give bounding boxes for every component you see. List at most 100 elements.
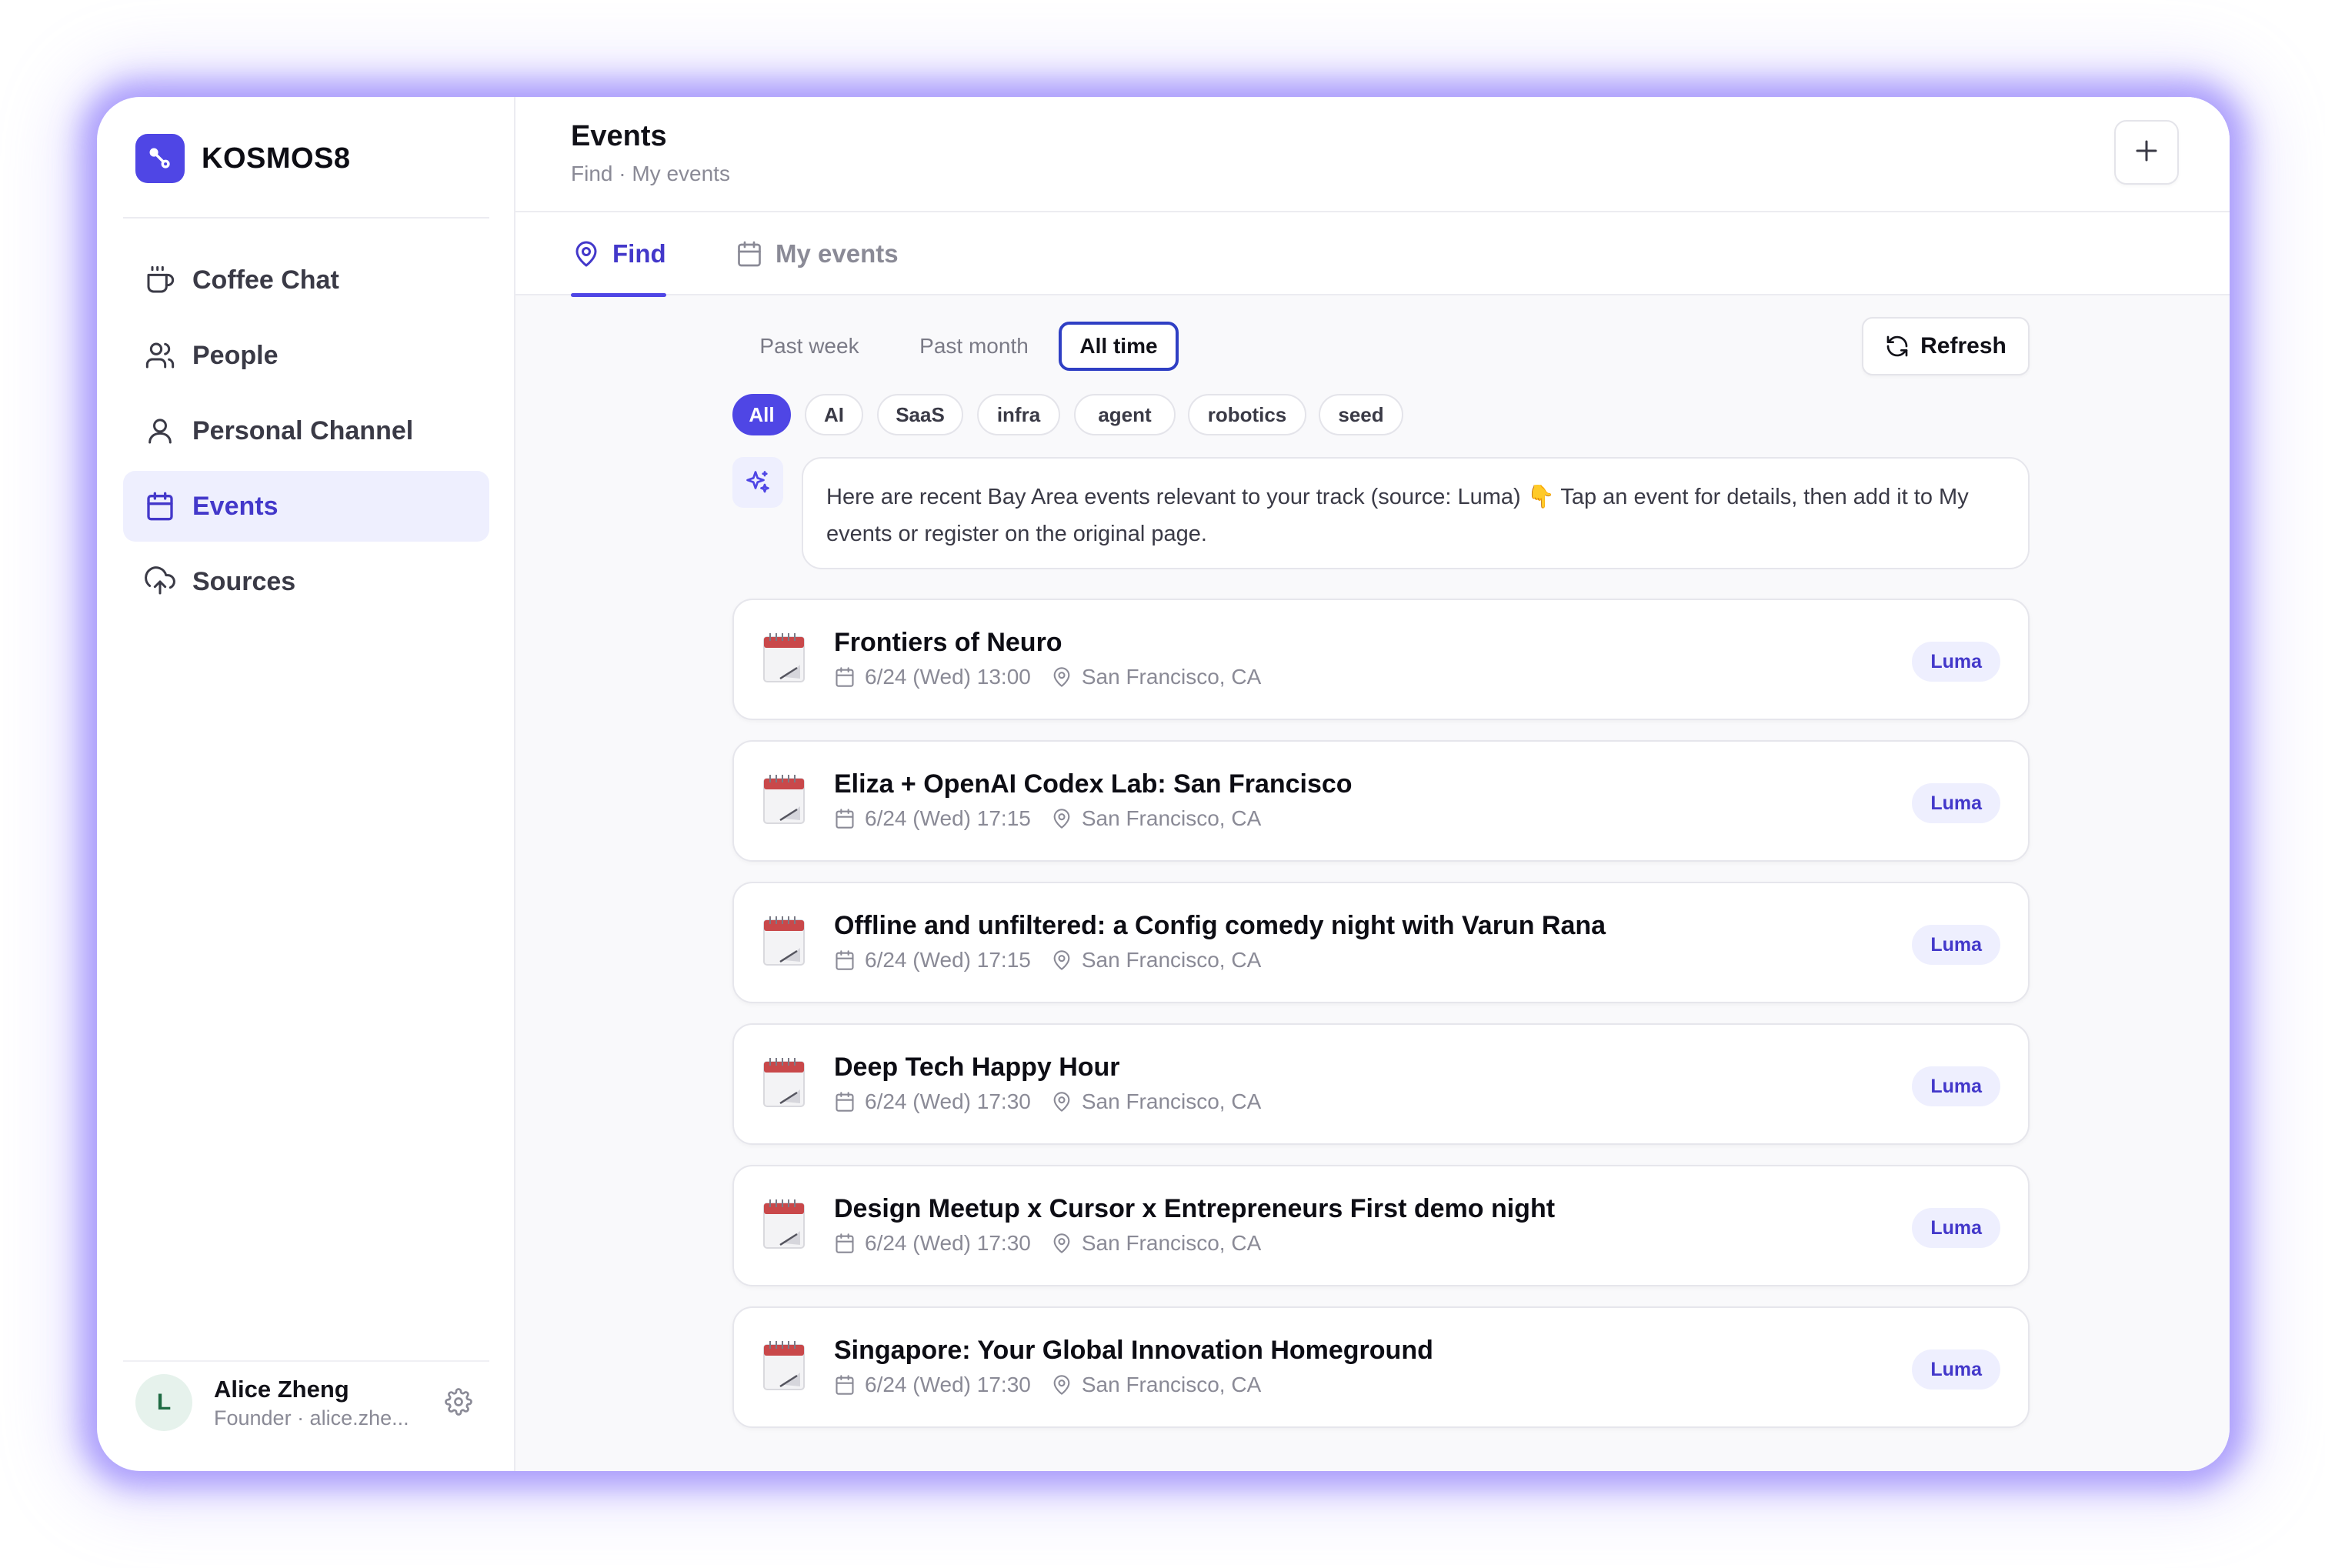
- source-badge[interactable]: Luma: [1912, 1208, 2000, 1248]
- assistant-bubble: Here are recent Bay Area events relevant…: [802, 457, 2030, 569]
- tab-label: Find: [612, 239, 666, 268]
- sidebar-item-sources[interactable]: Sources: [123, 546, 489, 617]
- user-name: Alice Zheng: [214, 1375, 349, 1403]
- event-title: Design Meetup x Cursor x Entrepreneurs F…: [834, 1194, 1556, 1223]
- settings-button[interactable]: [440, 1385, 477, 1422]
- event-title: Frontiers of Neuro: [834, 628, 1062, 657]
- event-card[interactable]: Eliza + OpenAI Codex Lab: San Francisco …: [732, 740, 2030, 862]
- people-icon: [143, 339, 177, 372]
- event-location: San Francisco, CA: [1081, 948, 1262, 972]
- sidebar-nav: Coffee Chat People Personal Channel Even…: [123, 245, 489, 622]
- tag-chip-agent[interactable]: agent: [1074, 394, 1176, 435]
- map-pin-icon: [1051, 1374, 1072, 1396]
- map-pin-icon: [1051, 808, 1072, 829]
- cloud-upload-icon: [143, 565, 177, 599]
- source-badge[interactable]: Luma: [1912, 642, 2000, 682]
- event-card[interactable]: Design Meetup x Cursor x Entrepreneurs F…: [732, 1165, 2030, 1286]
- coffee-cup-icon: [143, 263, 177, 297]
- add-button[interactable]: [2114, 120, 2179, 185]
- page-header: Events Find · My events: [515, 97, 2230, 212]
- sidebar-item-label: Personal Channel: [192, 415, 414, 445]
- event-title: Singapore: Your Global Innovation Homegr…: [834, 1336, 1433, 1365]
- event-meta: 6/24 (Wed) 17:15 San Francisco, CA: [834, 806, 1261, 831]
- calendar-icon: [834, 1374, 856, 1396]
- app-window: KOSMOS8 Coffee Chat People Personal Chan…: [97, 97, 2230, 1471]
- event-card[interactable]: Singapore: Your Global Innovation Homegr…: [732, 1306, 2030, 1428]
- source-badge[interactable]: Luma: [1912, 783, 2000, 823]
- event-location: San Francisco, CA: [1081, 1231, 1262, 1255]
- tab-find[interactable]: Find: [571, 212, 666, 297]
- sidebar-item-label: People: [192, 340, 279, 370]
- event-datetime: 6/24 (Wed) 13:00: [865, 665, 1031, 689]
- calendar-thumb-icon: [762, 1056, 806, 1109]
- source-badge[interactable]: Luma: [1912, 925, 2000, 965]
- user-subtitle: Founder · alice.zhe...: [214, 1406, 409, 1430]
- tag-chip-infra[interactable]: infra: [977, 394, 1060, 435]
- person-icon: [143, 414, 177, 448]
- assistant-message: Here are recent Bay Area events relevant…: [732, 457, 2030, 571]
- sidebar: KOSMOS8 Coffee Chat People Personal Chan…: [97, 97, 515, 1471]
- range-all-time[interactable]: All time: [1059, 322, 1179, 371]
- sparkles-icon: [732, 457, 783, 508]
- event-datetime: 6/24 (Wed) 17:30: [865, 1373, 1031, 1396]
- event-card[interactable]: Offline and unfiltered: a Config comedy …: [732, 882, 2030, 1003]
- tag-chip-all[interactable]: All: [732, 394, 791, 435]
- user-profile[interactable]: L Alice Zheng Founder · alice.zhe...: [123, 1360, 489, 1443]
- sidebar-item-label: Sources: [192, 566, 296, 596]
- calendar-thumb-icon: [762, 631, 806, 685]
- sidebar-item-personal-channel[interactable]: Personal Channel: [123, 395, 489, 466]
- app-logo-icon: [135, 134, 185, 183]
- event-meta: 6/24 (Wed) 17:15 San Francisco, CA: [834, 948, 1261, 972]
- sidebar-divider: [123, 217, 489, 219]
- user-meta: Alice Zheng Founder · alice.zhe...: [214, 1376, 409, 1430]
- map-pin-icon: [571, 239, 602, 269]
- refresh-button[interactable]: Refresh: [1862, 317, 2030, 375]
- refresh-label: Refresh: [1920, 333, 2006, 359]
- event-title: Deep Tech Happy Hour: [834, 1053, 1120, 1082]
- event-location: San Francisco, CA: [1081, 665, 1262, 689]
- event-location: San Francisco, CA: [1081, 1089, 1262, 1113]
- event-datetime: 6/24 (Wed) 17:15: [865, 948, 1031, 972]
- event-card[interactable]: Frontiers of Neuro 6/24 (Wed) 13:00 San …: [732, 599, 2030, 720]
- tag-chip-ai[interactable]: AI: [805, 394, 863, 435]
- source-badge[interactable]: Luma: [1912, 1349, 2000, 1390]
- main-panel: Events Find · My events Find My events P…: [515, 97, 2230, 1471]
- calendar-icon: [834, 1091, 856, 1113]
- plus-icon: [2133, 137, 2160, 168]
- app-name: KOSMOS8: [202, 142, 351, 175]
- events-content: Past week Past month All time Refresh Al…: [732, 317, 2030, 1448]
- avatar: L: [135, 1374, 192, 1431]
- calendar-icon: [834, 666, 856, 688]
- event-datetime: 6/24 (Wed) 17:30: [865, 1231, 1031, 1255]
- event-card[interactable]: Deep Tech Happy Hour 6/24 (Wed) 17:30 Sa…: [732, 1023, 2030, 1145]
- page-title: Events: [571, 120, 667, 152]
- event-datetime: 6/24 (Wed) 17:15: [865, 806, 1031, 830]
- sidebar-item-label: Events: [192, 491, 279, 521]
- tag-chip-robotics[interactable]: robotics: [1188, 394, 1306, 435]
- event-datetime: 6/24 (Wed) 17:30: [865, 1089, 1031, 1113]
- calendar-thumb-icon: [762, 772, 806, 826]
- calendar-icon: [734, 239, 765, 269]
- event-meta: 6/24 (Wed) 13:00 San Francisco, CA: [834, 665, 1261, 689]
- tab-label: My events: [776, 239, 899, 268]
- tag-filter: All AI SaaS infra agent robotics seed: [732, 394, 2030, 435]
- source-badge[interactable]: Luma: [1912, 1066, 2000, 1106]
- sidebar-item-events[interactable]: Events: [123, 471, 489, 542]
- sidebar-item-coffee-chat[interactable]: Coffee Chat: [123, 245, 489, 315]
- event-meta: 6/24 (Wed) 17:30 San Francisco, CA: [834, 1373, 1261, 1397]
- range-past-month[interactable]: Past month: [897, 322, 1051, 371]
- calendar-icon: [143, 489, 177, 523]
- calendar-icon: [834, 808, 856, 829]
- event-title: Eliza + OpenAI Codex Lab: San Francisco: [834, 769, 1353, 799]
- map-pin-icon: [1051, 666, 1072, 688]
- brand[interactable]: KOSMOS8: [135, 134, 351, 183]
- sidebar-item-people[interactable]: People: [123, 320, 489, 391]
- calendar-icon: [834, 1233, 856, 1254]
- range-past-week[interactable]: Past week: [732, 322, 886, 371]
- tag-chip-saas[interactable]: SaaS: [877, 394, 963, 435]
- event-title: Offline and unfiltered: a Config comedy …: [834, 911, 1606, 940]
- map-pin-icon: [1051, 1091, 1072, 1113]
- tag-chip-seed[interactable]: seed: [1319, 394, 1403, 435]
- event-meta: 6/24 (Wed) 17:30 San Francisco, CA: [834, 1231, 1261, 1256]
- tab-my-events[interactable]: My events: [734, 212, 899, 295]
